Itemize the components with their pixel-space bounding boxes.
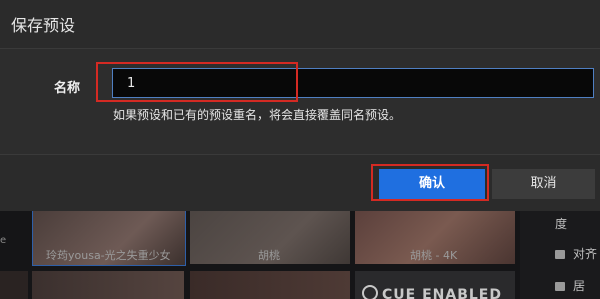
wallpaper-caption: 玲荺yousa-光之失重少女 (46, 249, 171, 262)
side-item-label: 居 (573, 279, 586, 293)
overwrite-hint: 如果预设和已有的预设重名，将会直接覆盖同名预设。 (113, 108, 402, 122)
wallpaper-caption: 胡桃 (258, 249, 280, 262)
save-preset-dialog: 保存预设 名称 如果预设和已有的预设重名，将会直接覆盖同名预设。 确认 取消 (0, 0, 600, 211)
cancel-button[interactable]: 取消 (492, 169, 595, 199)
cue-logo-text: CUE ENABLED (382, 287, 502, 299)
left-strip-text: e (0, 235, 7, 246)
side-item[interactable]: 居 (555, 277, 585, 294)
side-panel: 度 对齐 居 (520, 205, 600, 299)
dialog-footer: 确认 取消 (0, 154, 600, 211)
wallpaper-grid: 玲荺yousa-光之失重少女 胡桃 胡桃 - 4K e CUE ENABLED … (0, 205, 600, 299)
dialog-header: 保存预设 (0, 0, 600, 49)
power-icon (362, 285, 378, 299)
wallpaper-caption: 胡桃 - 4K (410, 249, 458, 262)
side-item[interactable]: 度 (555, 215, 567, 232)
dialog-title: 保存预设 (11, 16, 76, 35)
image-icon (555, 282, 565, 291)
preset-name-input[interactable] (112, 68, 594, 98)
confirm-button[interactable]: 确认 (379, 169, 485, 199)
wallpaper-thumbnail[interactable] (0, 271, 28, 299)
wallpaper-thumbnail[interactable] (32, 271, 184, 299)
side-item[interactable]: 对齐 (555, 245, 597, 262)
side-item-label: 度 (555, 217, 568, 231)
dialog-body: 名称 如果预设和已有的预设重名，将会直接覆盖同名预设。 (0, 49, 600, 154)
cue-logo: CUE ENABLED (362, 285, 502, 299)
side-item-label: 对齐 (573, 247, 598, 261)
wallpaper-thumbnail[interactable] (190, 271, 350, 299)
image-icon (555, 250, 565, 259)
name-field-label: 名称 (54, 81, 81, 96)
